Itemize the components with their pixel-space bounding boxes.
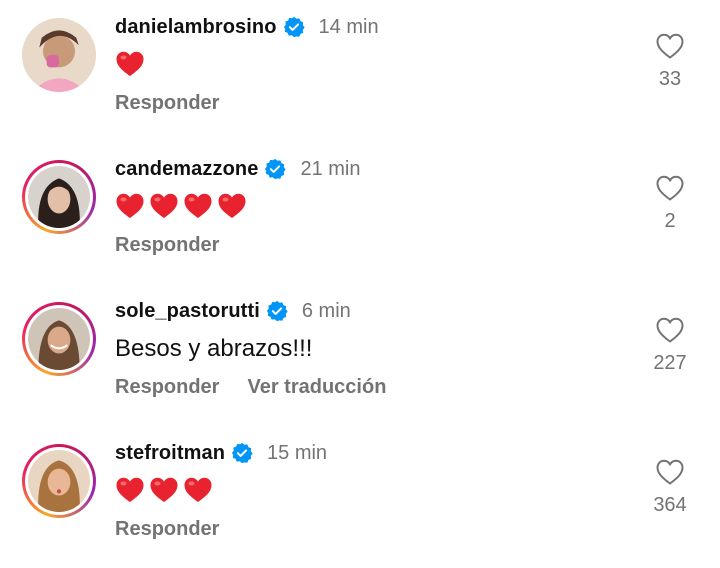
username[interactable]: candemazzone bbox=[115, 158, 258, 181]
heart-emoji-icon bbox=[218, 193, 246, 218]
like-heart-icon[interactable] bbox=[655, 174, 685, 202]
comment-hearts bbox=[115, 476, 213, 504]
username[interactable]: sole_pastorutti bbox=[115, 300, 260, 323]
reply-button[interactable]: Responder bbox=[115, 92, 219, 115]
heart-emoji-icon bbox=[150, 477, 178, 502]
heart-emoji-icon bbox=[150, 193, 178, 218]
like-count: 33 bbox=[658, 68, 682, 90]
comment-item: candemazzone 21 min Responder 2 bbox=[0, 142, 720, 282]
verified-badge-icon bbox=[283, 16, 305, 38]
comment-time: 15 min bbox=[267, 441, 328, 464]
heart-emoji-icon bbox=[116, 51, 144, 76]
username[interactable]: stefroitman bbox=[115, 442, 225, 465]
avatar[interactable] bbox=[22, 160, 96, 234]
verified-badge-icon bbox=[264, 158, 287, 180]
comment-hearts bbox=[115, 192, 247, 220]
comment-time: 21 min bbox=[300, 157, 361, 180]
comment-item: stefroitman 15 min Responder 364 bbox=[0, 426, 720, 566]
heart-emoji-icon bbox=[116, 193, 144, 218]
comment-text: Besos y abrazos!!! bbox=[115, 335, 313, 362]
like-count: 364 bbox=[653, 494, 687, 516]
avatar[interactable] bbox=[22, 444, 96, 518]
reply-button[interactable]: Responder bbox=[115, 234, 219, 257]
heart-emoji-icon bbox=[184, 193, 212, 218]
verified-badge-icon bbox=[231, 442, 253, 464]
comment-time: 14 min bbox=[318, 15, 379, 38]
like-count: 227 bbox=[653, 352, 687, 374]
reply-button[interactable]: Responder bbox=[115, 376, 219, 399]
comment-item: sole_pastorutti 6 min Besos y abrazos!!!… bbox=[0, 284, 720, 424]
like-heart-icon[interactable] bbox=[655, 458, 685, 486]
like-count: 2 bbox=[664, 210, 676, 232]
comment-item: danielambrosino 14 min Responder 33 bbox=[0, 0, 720, 140]
heart-emoji-icon bbox=[116, 477, 144, 502]
comment-time: 6 min bbox=[301, 299, 351, 322]
heart-emoji-icon bbox=[184, 477, 212, 502]
username[interactable]: danielambrosino bbox=[115, 16, 277, 39]
avatar[interactable] bbox=[22, 18, 96, 92]
like-heart-icon[interactable] bbox=[655, 32, 685, 60]
reply-button[interactable]: Responder bbox=[115, 518, 219, 541]
comment-hearts bbox=[115, 50, 145, 78]
see-translation-button[interactable]: Ver traducción bbox=[247, 376, 386, 399]
verified-badge-icon bbox=[266, 300, 288, 322]
like-heart-icon[interactable] bbox=[655, 316, 685, 344]
avatar[interactable] bbox=[22, 302, 96, 376]
